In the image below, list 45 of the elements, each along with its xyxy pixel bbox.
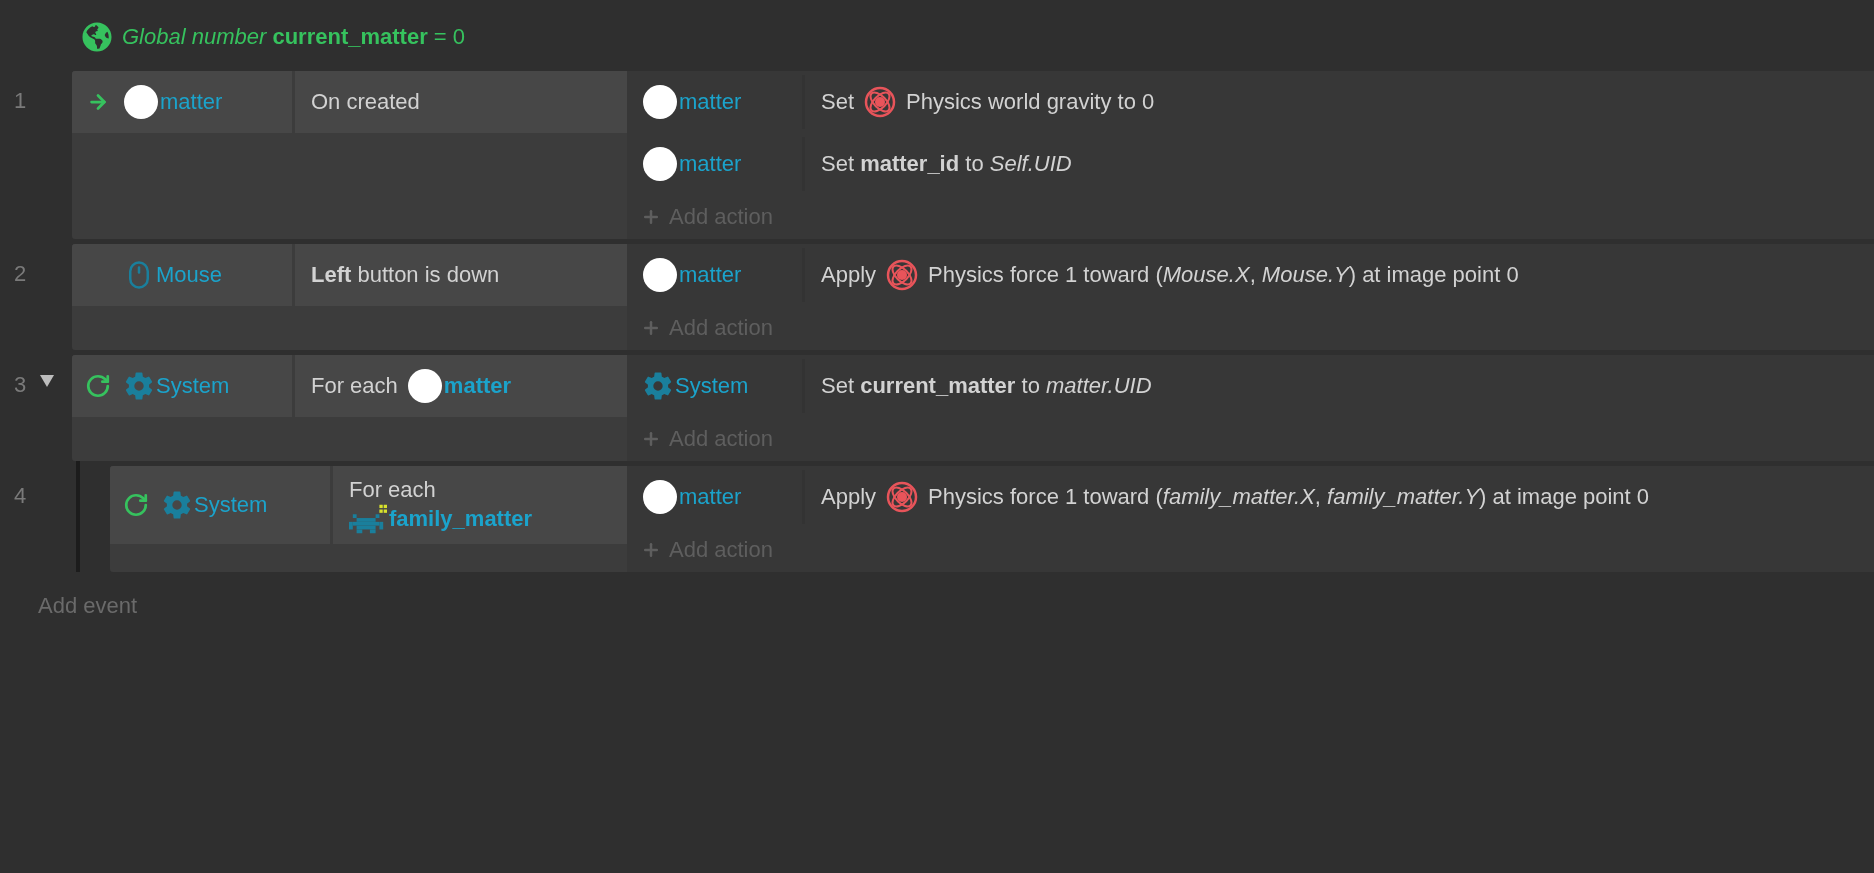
condition-text: Left button is down bbox=[311, 261, 500, 289]
plus-icon bbox=[641, 429, 661, 449]
object-name: System bbox=[675, 372, 749, 400]
condition-text: For each bbox=[311, 372, 398, 400]
object-name: family_matter bbox=[389, 504, 533, 533]
object-name: matter bbox=[679, 150, 742, 178]
loop-icon bbox=[85, 373, 111, 399]
add-event-button[interactable]: Add event bbox=[38, 592, 138, 620]
object-name: System bbox=[194, 491, 268, 519]
plus-icon bbox=[641, 207, 661, 227]
action-text: Set current_matter to matter.UID bbox=[821, 372, 1152, 400]
object-name: matter bbox=[679, 88, 742, 116]
gear-icon bbox=[643, 371, 673, 401]
action-text: Apply bbox=[821, 261, 877, 289]
object-name: Mouse bbox=[156, 261, 223, 289]
object-name: matter bbox=[160, 88, 223, 116]
action-text: Physics force 1 toward (Mouse.X, Mouse.Y) at image point 0 bbox=[928, 261, 1519, 289]
action-text: Physics force 1 toward (family_matter.X, family_matter.Y) at image point 0 bbox=[928, 483, 1650, 511]
object-name: matter bbox=[679, 261, 742, 289]
trigger-arrow-icon bbox=[87, 91, 109, 113]
object-name: System bbox=[156, 372, 230, 400]
atom-icon bbox=[886, 481, 919, 513]
action-text: Apply bbox=[821, 483, 877, 511]
plus-icon bbox=[641, 540, 661, 560]
event-number: 1 bbox=[12, 87, 28, 115]
object-name: matter bbox=[443, 372, 512, 400]
object-name: matter bbox=[679, 483, 742, 511]
event-number: 4 bbox=[12, 482, 28, 510]
gear-icon bbox=[124, 371, 154, 401]
alien-icon bbox=[349, 503, 387, 534]
gear-icon bbox=[162, 489, 192, 520]
plus-icon bbox=[641, 318, 661, 338]
action-text: Set matter_id to Self.UID bbox=[821, 150, 1072, 178]
loop-icon bbox=[123, 491, 149, 518]
atom-icon bbox=[864, 86, 897, 118]
globe-icon bbox=[82, 22, 112, 52]
atom-icon bbox=[886, 259, 919, 291]
global-variable: Global number current_matter = 0 bbox=[122, 23, 466, 51]
event-number: 2 bbox=[12, 260, 28, 288]
event-number: 3 bbox=[12, 371, 28, 399]
condition-text: For each bbox=[349, 476, 436, 504]
expand-toggle[interactable] bbox=[40, 375, 54, 387]
action-text: Set bbox=[821, 88, 855, 116]
action-text: Physics world gravity to 0 bbox=[906, 88, 1155, 116]
condition-text: On created bbox=[311, 88, 420, 116]
